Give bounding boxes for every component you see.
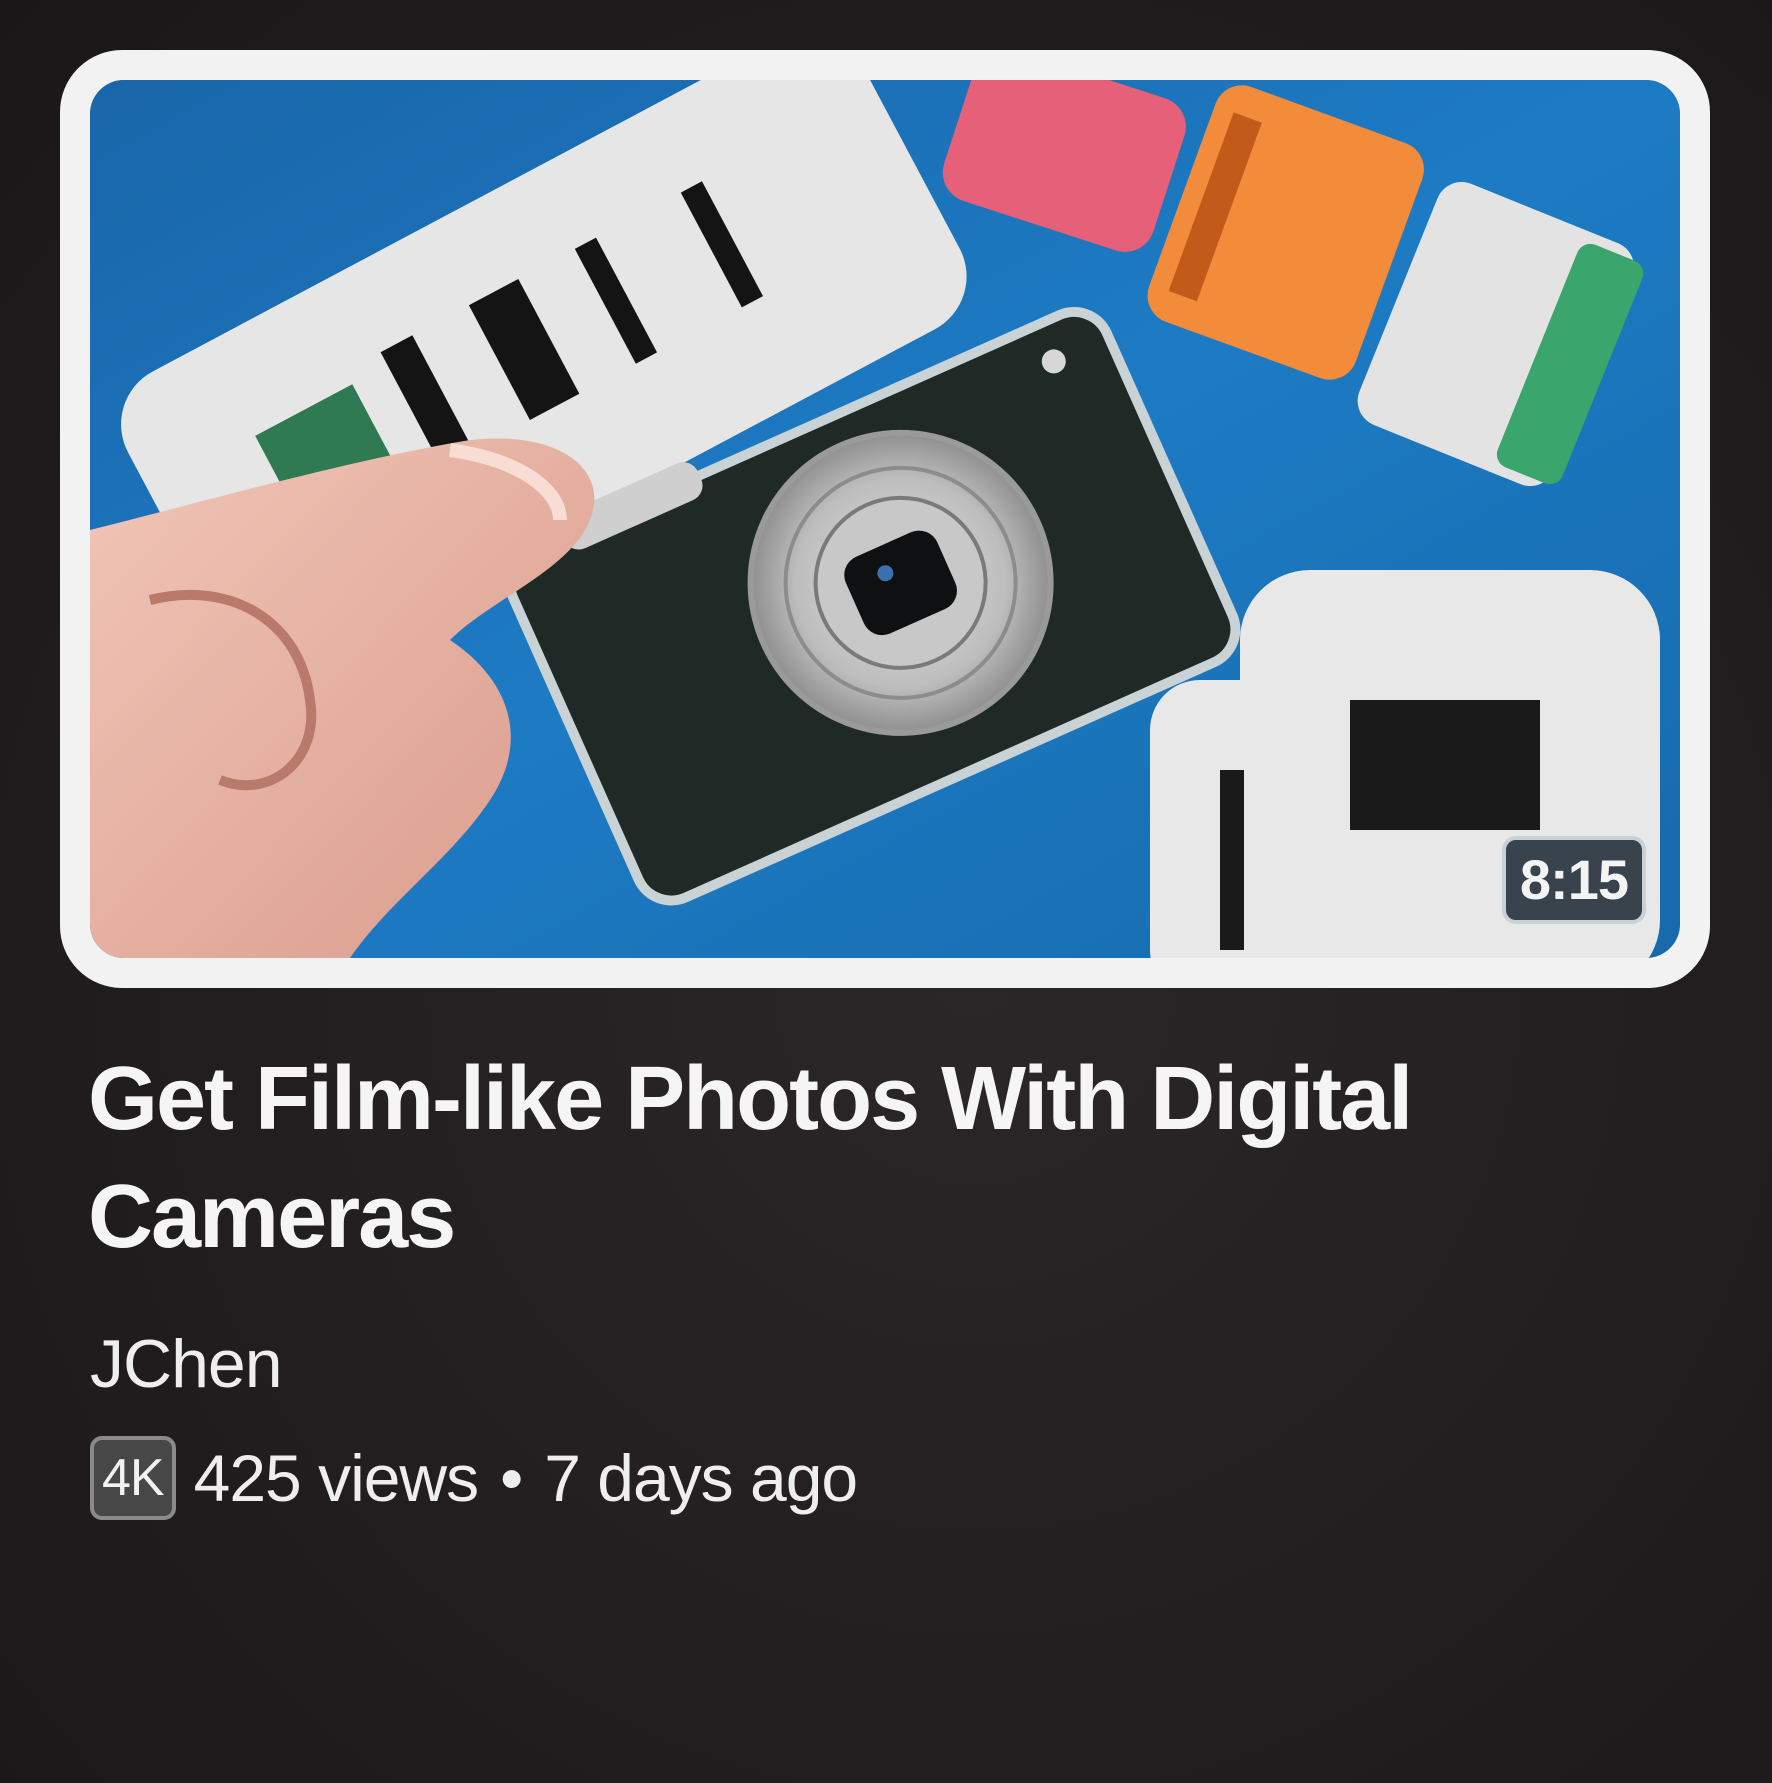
thumbnail-image bbox=[90, 80, 1680, 958]
video-thumbnail[interactable]: 8:15 bbox=[60, 50, 1710, 988]
video-metadata: 4K 425 views • 7 days ago bbox=[90, 1436, 858, 1520]
channel-name[interactable]: JChen bbox=[90, 1330, 283, 1398]
meta-separator: • bbox=[500, 1441, 523, 1515]
quality-badge: 4K bbox=[90, 1436, 176, 1520]
duration-badge: 8:15 bbox=[1501, 836, 1646, 924]
publish-date: 7 days ago bbox=[544, 1441, 858, 1515]
video-title[interactable]: Get Film-like Photos With Digital Camera… bbox=[88, 1040, 1688, 1276]
view-count: 425 views bbox=[193, 1441, 479, 1515]
video-card[interactable]: 8:15 Get Film-like Photos With Digital C… bbox=[0, 0, 1772, 1783]
